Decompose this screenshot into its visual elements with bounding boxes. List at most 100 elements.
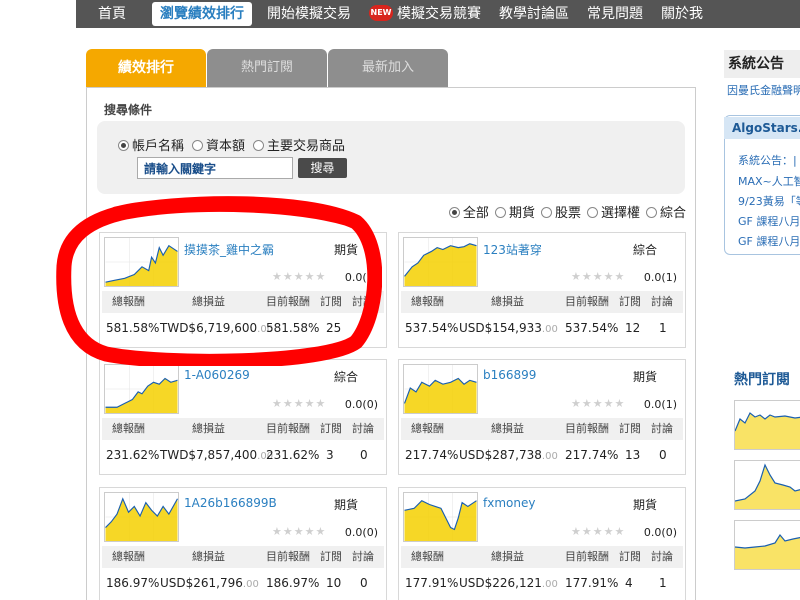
- announce-link[interactable]: 因曼氏金融聲明: [727, 82, 800, 98]
- new-badge-icon: NEW: [369, 5, 393, 21]
- pnl-value: TWD$7,857,400.00: [160, 448, 274, 462]
- nav-forum[interactable]: 教學討論區: [490, 0, 578, 28]
- hot-chart-thumbnail[interactable]: [734, 400, 800, 450]
- stats-value-row: 177.91% USD$226,121.00 177.91% 4 1: [401, 572, 683, 594]
- stats-header-label: 訂閱: [619, 295, 641, 308]
- algo-link[interactable]: 系統公告：|: [738, 152, 797, 168]
- tab-newest[interactable]: 最新加入: [328, 49, 448, 87]
- stats-header-label: 訂閱: [619, 550, 641, 563]
- stats-header-label: 總報酬: [112, 550, 145, 563]
- stats-header-label: 目前報酬: [565, 422, 609, 435]
- hot-chart-thumbnail[interactable]: [734, 520, 800, 570]
- filter-all[interactable]: 全部: [448, 202, 489, 221]
- stats-header-label: 目前報酬: [266, 550, 310, 563]
- algo-link[interactable]: GF 課程八月: [738, 213, 800, 229]
- account-name-link[interactable]: 123站著穿: [483, 241, 542, 258]
- rating-stars-icon[interactable]: ★★★★★: [571, 525, 625, 538]
- performance-sparkline: [403, 365, 477, 413]
- algo-link[interactable]: GF 課程八月: [738, 233, 800, 249]
- algo-link[interactable]: 9/23黃易「等: [738, 193, 800, 209]
- search-option-capital[interactable]: 資本額: [192, 135, 249, 154]
- account-name-link[interactable]: 1A26b166899B: [184, 496, 277, 510]
- rating-score: 0.0(1): [643, 271, 677, 284]
- account-name-link[interactable]: 1-A060269: [184, 368, 250, 382]
- top-nav: 首頁 瀏覽績效排行 開始模擬交易 NEW 模擬交易競賽 教學討論區 常見問題 關於…: [76, 0, 800, 28]
- nav-start-trading[interactable]: 開始模擬交易: [258, 0, 360, 28]
- radio-icon: [253, 140, 265, 151]
- filter-stocks[interactable]: 股票: [540, 202, 581, 221]
- hot-chart-thumbnail[interactable]: [734, 460, 800, 510]
- tab-popular[interactable]: 熱門訂閱: [207, 49, 327, 87]
- radio-selected-icon: [118, 140, 129, 151]
- hot-chart-sparkline: [734, 463, 800, 509]
- stats-header-label: 討論: [651, 550, 673, 563]
- nav-competition[interactable]: NEW 模擬交易競賽: [360, 0, 490, 28]
- performance-chart-thumbnail[interactable]: [403, 237, 478, 287]
- pnl-value: USD$287,738.00: [459, 448, 558, 462]
- account-name-link[interactable]: b166899: [483, 368, 536, 382]
- subscription-count: 4: [625, 576, 633, 590]
- discussion-count: 1: [659, 321, 667, 335]
- stats-header-label: 總損益: [491, 550, 524, 563]
- performance-chart-thumbnail[interactable]: [104, 364, 179, 414]
- search-option-account[interactable]: 帳戶名稱: [118, 135, 188, 154]
- hot-chart-sparkline: [734, 533, 800, 569]
- search-option-product[interactable]: 主要交易商品: [253, 135, 349, 154]
- stats-header-label: 目前報酬: [565, 550, 609, 563]
- nav-competition-label: 模擬交易競賽: [397, 6, 481, 22]
- stats-header-row: 總報酬 總損益 目前報酬 訂閱 討論: [102, 546, 384, 568]
- account-category: 期貨: [632, 370, 657, 384]
- stats-header-row: 總報酬 總損益 目前報酬 訂閱 討論: [102, 418, 384, 440]
- subscription-count: 13: [625, 448, 641, 462]
- stats-value-row: 537.54% USD$154,933.00 537.54% 12 1: [401, 317, 683, 339]
- performance-sparkline: [404, 493, 477, 541]
- pnl-value: USD$154,933.00: [459, 321, 558, 335]
- current-return-value: 177.91%: [565, 576, 619, 590]
- nav-ranking[interactable]: 瀏覽績效排行: [152, 2, 252, 26]
- filter-options[interactable]: 選擇權: [586, 202, 640, 221]
- stats-header-label: 訂閱: [619, 422, 641, 435]
- hot-subscriptions-title: 熱門訂閱: [734, 372, 790, 388]
- nav-home[interactable]: 首頁: [76, 0, 146, 28]
- search-type-options: 帳戶名稱 資本額 主要交易商品: [118, 135, 349, 154]
- subscription-count: 10: [326, 576, 342, 590]
- nav-about[interactable]: 關於我: [652, 0, 712, 28]
- stats-header-label: 總報酬: [411, 550, 444, 563]
- algo-link[interactable]: MAX~人工智: [738, 173, 800, 189]
- stats-header-label: 總報酬: [112, 422, 145, 435]
- rating-score: 0.0(0): [344, 398, 378, 411]
- nav-faq[interactable]: 常見問題: [578, 0, 652, 28]
- current-return-value: 217.74%: [565, 448, 619, 462]
- stats-header-label: 總報酬: [411, 295, 444, 308]
- rating-stars-icon[interactable]: ★★★★★: [571, 397, 625, 410]
- current-return-value: 231.62%: [266, 448, 320, 462]
- performance-chart-thumbnail[interactable]: [403, 492, 478, 542]
- search-input[interactable]: [137, 157, 293, 179]
- radio-icon: [645, 207, 657, 218]
- rating-stars-icon[interactable]: ★★★★★: [272, 525, 326, 538]
- performance-chart-thumbnail[interactable]: [104, 492, 179, 542]
- stats-value-row: 186.97% USD$261,796.00 186.97% 10 0: [102, 572, 384, 594]
- tab-performance[interactable]: 績效排行: [86, 49, 206, 87]
- stats-header-label: 目前報酬: [266, 422, 310, 435]
- account-name-link[interactable]: fxmoney: [483, 496, 535, 510]
- announce-title: 系統公告: [724, 50, 800, 78]
- radio-selected-icon: [448, 207, 460, 218]
- stats-value-row: 231.62% TWD$7,857,400.00 231.62% 3 0: [102, 444, 384, 466]
- total-return-value: 186.97%: [106, 576, 160, 590]
- pnl-value: USD$226,121.00: [459, 576, 558, 590]
- performance-chart-thumbnail[interactable]: [403, 364, 478, 414]
- rating-stars-icon[interactable]: ★★★★★: [571, 270, 625, 283]
- category-filters: 全部 期貨 股票 選擇權 綜合: [448, 202, 686, 221]
- total-return-value: 231.62%: [106, 448, 160, 462]
- search-button[interactable]: 搜尋: [298, 158, 347, 178]
- filter-futures[interactable]: 期貨: [494, 202, 535, 221]
- stats-header-label: 總損益: [491, 422, 524, 435]
- stats-header-label: 討論: [651, 422, 673, 435]
- search-title: 搜尋條件: [104, 103, 153, 117]
- filter-mixed[interactable]: 綜合: [645, 202, 686, 221]
- current-return-value: 186.97%: [266, 576, 320, 590]
- stats-value-row: 217.74% USD$287,738.00 217.74% 13 0: [401, 444, 683, 466]
- rating-stars-icon[interactable]: ★★★★★: [272, 397, 326, 410]
- account-card: fxmoney 期貨 ★★★★★ 0.0(0) 總報酬 總損益 目前報酬 訂閱 討論 1…: [398, 487, 686, 600]
